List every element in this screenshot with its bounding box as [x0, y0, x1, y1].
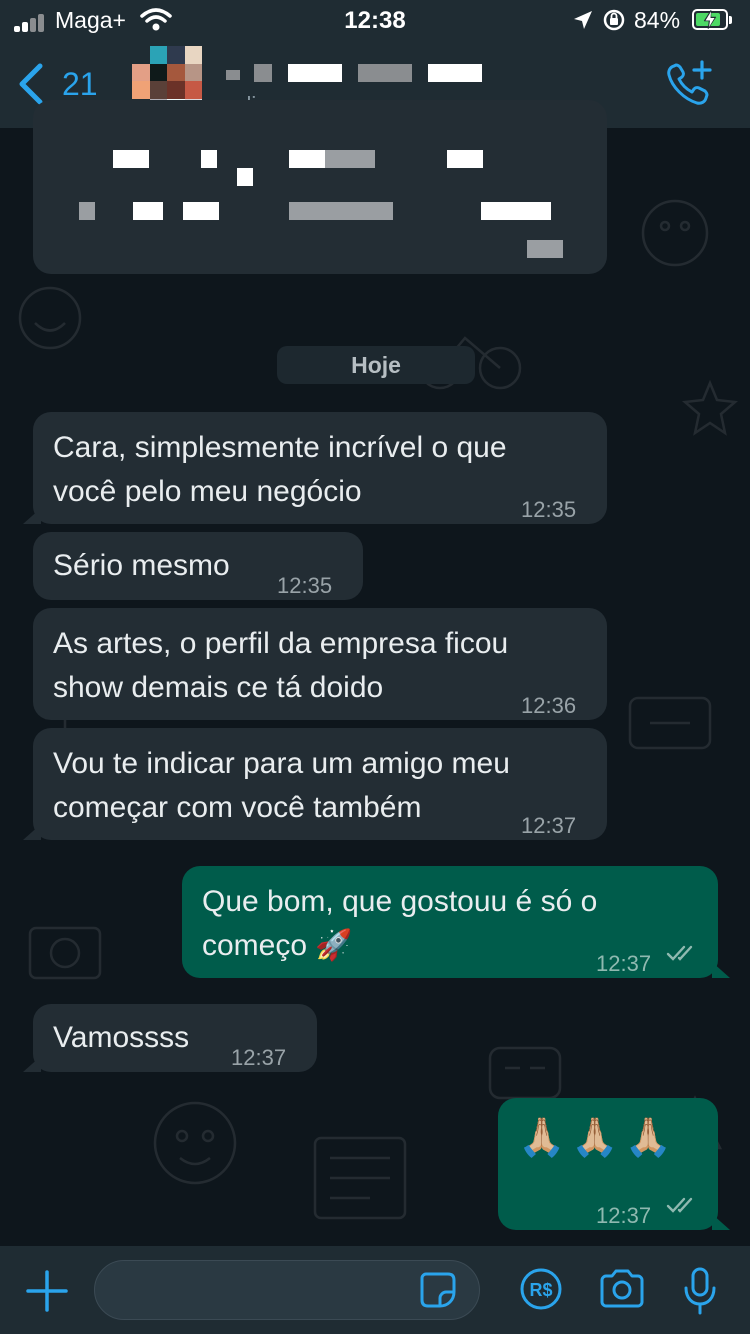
message-text: você pelo meu negócio	[53, 475, 362, 508]
message-incoming[interactable]: Vou te indicar para um amigo meu começar…	[23, 728, 607, 840]
message-time: 12:37	[231, 1045, 287, 1070]
plus-icon[interactable]	[26, 1270, 68, 1312]
message-text: As artes, o perfil da empresa ficou	[53, 627, 509, 660]
location-icon	[574, 11, 592, 29]
message-text: show demais ce tá doido	[53, 671, 384, 704]
message-outgoing[interactable]: Que bom, que gostouu é só o começo 🚀 12:…	[182, 866, 730, 978]
unread-chats-count[interactable]: 21	[62, 66, 98, 103]
sticker-icon[interactable]	[418, 1270, 458, 1310]
message-time: 12:35	[521, 497, 577, 522]
message-time: 12:35	[277, 573, 333, 598]
message-text: Que bom, que gostouu é só o	[202, 885, 598, 918]
phone-plus-icon[interactable]	[664, 58, 714, 108]
battery-percent: 84%	[634, 7, 681, 33]
message-emoji: 🙏🏼🙏🏼🙏🏼	[518, 1117, 678, 1159]
composer-bar: R$	[0, 1246, 750, 1334]
date-divider: Hoje	[277, 346, 475, 384]
message-time: 12:37	[596, 951, 652, 976]
message-text: Cara, simplesmente incrível o que	[53, 431, 507, 464]
rotation-lock-icon	[603, 9, 625, 31]
camera-icon[interactable]	[598, 1268, 646, 1310]
read-receipt-icon	[666, 1197, 693, 1213]
message-text: Vou te indicar para um amigo meu	[53, 747, 510, 780]
message-incoming[interactable]: Vamossss 12:37	[23, 1004, 317, 1072]
message-time: 12:37	[596, 1203, 652, 1228]
microphone-icon[interactable]	[682, 1266, 718, 1316]
message-incoming[interactable]: As artes, o perfil da empresa ficou show…	[33, 608, 607, 720]
svg-text:R$: R$	[529, 1280, 552, 1300]
message-incoming[interactable]: Cara, simplesmente incrível o que você p…	[23, 412, 607, 524]
message-time: 12:37	[521, 813, 577, 838]
message-time: 12:36	[521, 693, 577, 718]
message-outgoing[interactable]: 🙏🏼🙏🏼🙏🏼 12:37	[498, 1098, 730, 1230]
redacted-message	[33, 100, 607, 274]
battery-icon	[692, 9, 732, 30]
message-incoming[interactable]: Sério mesmo 12:35	[33, 532, 363, 600]
chevron-left-icon[interactable]	[16, 62, 46, 106]
read-receipt-icon	[666, 945, 693, 961]
payment-icon[interactable]: R$	[518, 1266, 564, 1312]
message-text: começar com você também	[53, 791, 422, 824]
status-bar: Maga+ 12:38 84%	[0, 0, 750, 40]
